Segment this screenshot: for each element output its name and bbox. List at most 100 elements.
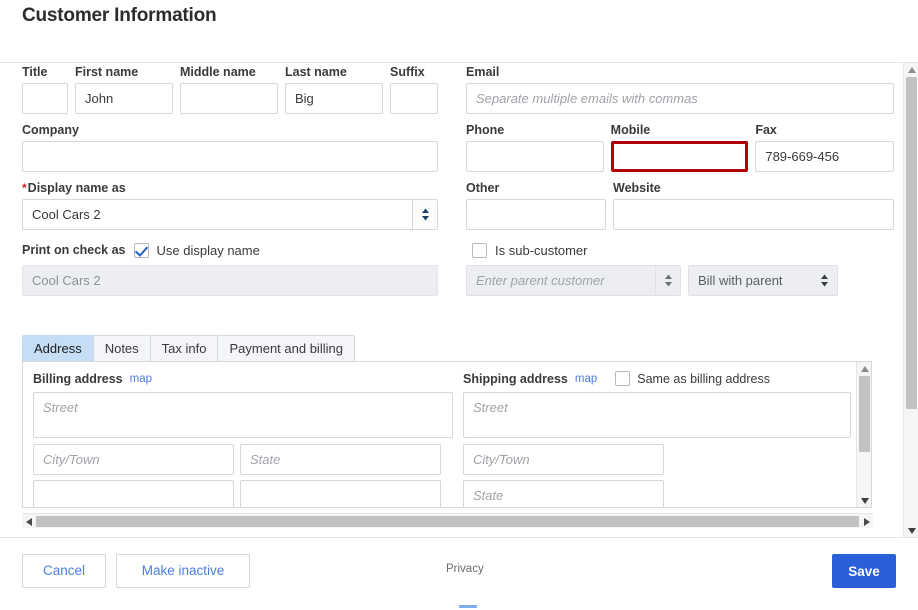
save-button[interactable]: Save xyxy=(832,554,896,588)
shipping-address-group: Shipping address map Same as billing add… xyxy=(463,370,858,507)
billing-country-input[interactable] xyxy=(240,480,441,507)
sub-customer-controls: Enter parent customer Bill with parent xyxy=(466,265,894,296)
last-name-label: Last name xyxy=(285,65,347,79)
other-label: Other xyxy=(466,181,500,195)
form-horizontal-scroll-thumb[interactable] xyxy=(36,516,859,527)
billing-postal-input[interactable] xyxy=(33,480,234,507)
parent-customer-select-button xyxy=(655,266,680,295)
billing-map-link[interactable]: map xyxy=(130,373,152,385)
billing-address-header: Billing address map xyxy=(33,370,453,387)
shipping-city-input[interactable]: City/Town xyxy=(463,444,664,475)
use-display-name-label: Use display name xyxy=(156,242,260,258)
scroll-up-icon[interactable] xyxy=(904,63,918,76)
is-sub-customer-checkbox[interactable] xyxy=(472,242,487,258)
shipping-street-input[interactable]: Street xyxy=(463,392,851,438)
address-panel-inner: Billing address map Street City/Town Sta… xyxy=(23,362,871,507)
mobile-input[interactable] xyxy=(610,141,749,172)
scroll-down-icon[interactable] xyxy=(857,494,871,507)
display-name-label: *Display name as xyxy=(22,181,438,196)
sub-customer-field: Is sub-customer Enter parent customer Bi… xyxy=(466,239,894,296)
parent-customer-select: Enter parent customer xyxy=(466,265,681,296)
tab-notes[interactable]: Notes xyxy=(92,335,151,361)
billing-extra-row xyxy=(33,480,453,507)
billing-address-group: Billing address map Street City/Town Sta… xyxy=(33,370,453,507)
display-name-label-text: Display name as xyxy=(27,181,126,195)
address-panel: Billing address map Street City/Town Sta… xyxy=(22,361,872,508)
sub-customer-header: Is sub-customer xyxy=(472,239,894,261)
shipping-map-link[interactable]: map xyxy=(575,373,597,385)
required-asterisk: * xyxy=(22,181,27,195)
billing-city-input[interactable]: City/Town xyxy=(33,444,234,475)
form-vertical-scrollbar[interactable] xyxy=(903,63,918,537)
tab-address[interactable]: Address xyxy=(22,335,94,361)
suffix-label: Suffix xyxy=(390,65,425,79)
same-as-billing-checkbox[interactable] xyxy=(615,371,631,386)
phone-input[interactable] xyxy=(466,141,604,172)
name-row: Title First name John Middle name Last n… xyxy=(22,65,438,114)
bill-with-parent-wrap: Bill with parent xyxy=(688,265,838,296)
form-left-column: Title First name John Middle name Last n… xyxy=(22,63,438,296)
last-name-input[interactable]: Big xyxy=(285,83,383,114)
company-field: Company xyxy=(22,123,438,172)
cancel-button[interactable]: Cancel xyxy=(22,554,106,588)
billing-address-title: Billing address xyxy=(33,371,123,386)
billing-state-input[interactable]: State xyxy=(240,444,441,475)
other-row: Other Website xyxy=(466,181,894,230)
middle-name-input[interactable] xyxy=(180,83,278,114)
website-input[interactable] xyxy=(613,199,894,230)
shipping-state-wrap: State xyxy=(463,480,664,507)
form-vertical-scroll-thumb[interactable] xyxy=(906,77,917,409)
suffix-input[interactable] xyxy=(390,83,438,114)
scroll-down-icon[interactable] xyxy=(904,524,918,537)
display-name-select-wrap: Cool Cars 2 xyxy=(22,199,438,230)
email-input[interactable]: Separate multiple emails with commas xyxy=(466,83,894,114)
billing-street-input[interactable]: Street xyxy=(33,392,453,438)
address-panel-scroll-thumb[interactable] xyxy=(859,376,870,452)
print-on-check-header: Print on check as Use display name xyxy=(22,239,438,261)
address-panel-vertical-scrollbar[interactable] xyxy=(856,362,871,507)
form-right-column: Email Separate multiple emails with comm… xyxy=(466,63,894,296)
scroll-up-icon[interactable] xyxy=(857,362,871,375)
first-name-input[interactable]: John xyxy=(75,83,173,114)
phone-label: Phone xyxy=(466,123,505,137)
shipping-state-input[interactable]: State xyxy=(463,480,664,507)
website-label: Website xyxy=(613,181,661,195)
company-label: Company xyxy=(22,123,79,137)
display-name-field: *Display name as Cool Cars 2 xyxy=(22,181,438,230)
customer-information-page: Customer Information Title First name Jo… xyxy=(0,0,918,610)
print-on-check-label: Print on check as xyxy=(22,243,126,257)
same-as-billing-label: Same as billing address xyxy=(637,371,770,386)
form-horizontal-scrollbar[interactable] xyxy=(22,513,873,528)
form-scroll-region: Title First name John Middle name Last n… xyxy=(0,62,918,537)
updown-caret-icon xyxy=(421,208,429,221)
shipping-address-title: Shipping address xyxy=(463,371,568,386)
fax-input[interactable]: 789-669-456 xyxy=(755,141,894,172)
display-name-select-button[interactable] xyxy=(412,200,437,229)
parent-customer-wrap: Enter parent customer xyxy=(466,265,681,296)
use-display-name-checkbox[interactable] xyxy=(133,242,149,258)
phone-row: Phone Mobile Fax 789-669-456 xyxy=(466,123,894,172)
page-title: Customer Information xyxy=(22,5,217,26)
scroll-left-icon[interactable] xyxy=(22,514,35,529)
updown-caret-icon xyxy=(664,274,672,287)
tab-payment-and-billing[interactable]: Payment and billing xyxy=(217,335,355,361)
display-name-select[interactable]: Cool Cars 2 xyxy=(22,199,438,230)
is-sub-customer-label: Is sub-customer xyxy=(495,242,588,258)
print-on-check-field: Print on check as Use display name Cool … xyxy=(22,239,438,296)
privacy-link[interactable]: Privacy xyxy=(446,563,484,575)
fax-label: Fax xyxy=(755,123,777,137)
updown-caret-icon xyxy=(821,274,828,287)
footer-bar: Cancel Make inactive Privacy Save xyxy=(0,537,918,610)
tab-tax-info[interactable]: Tax info xyxy=(149,335,219,361)
make-inactive-button[interactable]: Make inactive xyxy=(116,554,250,588)
scroll-right-icon[interactable] xyxy=(860,514,873,529)
other-input[interactable] xyxy=(466,199,606,230)
billing-city-state-row: City/Town State xyxy=(33,444,453,475)
first-name-label: First name xyxy=(75,65,139,79)
shipping-city-wrap: City/Town xyxy=(463,444,664,475)
shipping-address-header: Shipping address map Same as billing add… xyxy=(463,370,858,387)
title-input[interactable] xyxy=(22,83,68,114)
bottom-indicator xyxy=(459,605,477,608)
mobile-label: Mobile xyxy=(610,123,651,137)
company-input[interactable] xyxy=(22,141,438,172)
